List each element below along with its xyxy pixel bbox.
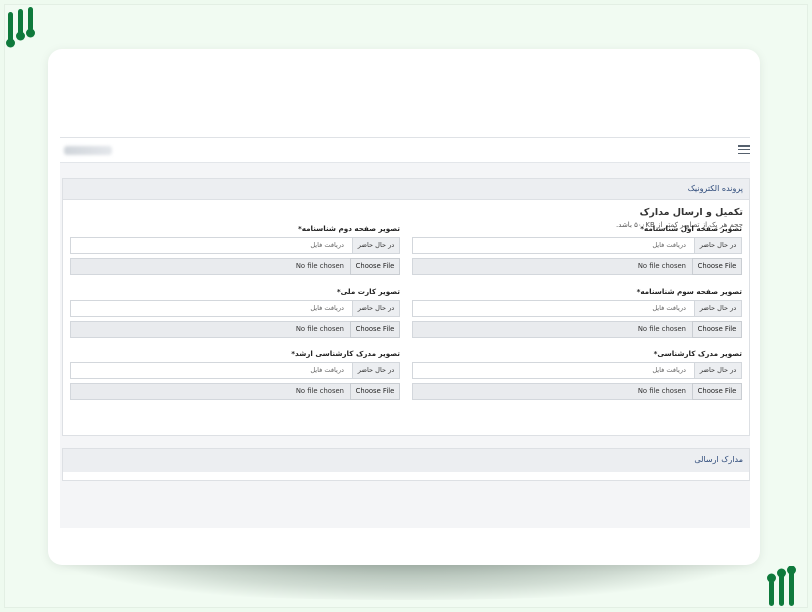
app-window: پرونده الکترونیک تکمیل و ارسال مدارک حجم…: [60, 137, 750, 528]
upload-field: تصویر مدرک کارشناسی* در حال حاضر دریافت …: [412, 348, 742, 400]
panel-header: پرونده الکترونیک: [63, 179, 749, 200]
status-badge: در حال حاضر: [352, 362, 400, 379]
file-input[interactable]: Choose File No file chosen: [412, 321, 742, 338]
status-row: در حال حاضر دریافت فایل: [412, 362, 742, 379]
download-file-link[interactable]: دریافت فایل: [70, 237, 352, 254]
top-bar: [60, 138, 750, 163]
upload-field: تصویر صفحه سوم شناسنامه* در حال حاضر دری…: [412, 286, 742, 338]
file-status: No file chosen: [70, 321, 350, 338]
status-row: در حال حاضر دریافت فایل: [70, 237, 400, 254]
file-input[interactable]: Choose File No file chosen: [70, 321, 400, 338]
file-input[interactable]: Choose File No file chosen: [70, 383, 400, 400]
field-label: تصویر صفحه دوم شناسنامه*: [297, 224, 400, 233]
sent-documents-title: مدارک ارسالی: [694, 455, 743, 464]
upload-field: تصویر کارت ملی* در حال حاضر دریافت فایل …: [70, 286, 400, 338]
brand-logo-icon: [6, 7, 35, 48]
download-file-link[interactable]: دریافت فایل: [412, 300, 694, 317]
choose-file-button[interactable]: Choose File: [350, 258, 400, 275]
file-input[interactable]: Choose File No file chosen: [70, 258, 400, 275]
choose-file-button[interactable]: Choose File: [350, 383, 400, 400]
choose-file-button[interactable]: Choose File: [692, 258, 742, 275]
choose-file-button[interactable]: Choose File: [692, 383, 742, 400]
status-badge: در حال حاضر: [352, 237, 400, 254]
upload-field: تصویر صفحه اول شناسنامه* در حال حاضر دری…: [412, 223, 742, 275]
download-file-link[interactable]: دریافت فایل: [70, 362, 352, 379]
file-status: No file chosen: [70, 383, 350, 400]
sent-documents-header[interactable]: مدارک ارسالی: [62, 448, 750, 474]
download-file-link[interactable]: دریافت فایل: [70, 300, 352, 317]
file-input[interactable]: Choose File No file chosen: [412, 258, 742, 275]
status-badge: در حال حاضر: [694, 237, 742, 254]
field-label: تصویر صفحه سوم شناسنامه*: [636, 287, 742, 296]
choose-file-button[interactable]: Choose File: [692, 321, 742, 338]
status-badge: در حال حاضر: [352, 300, 400, 317]
file-input[interactable]: Choose File No file chosen: [412, 383, 742, 400]
upload-field: تصویر صفحه دوم شناسنامه* در حال حاضر دری…: [70, 223, 400, 275]
field-label: تصویر مدرک کارشناسی ارشد*: [291, 349, 400, 358]
file-status: No file chosen: [412, 321, 692, 338]
download-file-link[interactable]: دریافت فایل: [412, 362, 694, 379]
screenshot-card: پرونده الکترونیک تکمیل و ارسال مدارک حجم…: [48, 49, 760, 565]
field-label: تصویر صفحه اول شناسنامه*: [640, 224, 742, 233]
status-row: در حال حاضر دریافت فایل: [70, 362, 400, 379]
upload-field: تصویر مدرک کارشناسی ارشد* در حال حاضر در…: [70, 348, 400, 400]
download-file-link[interactable]: دریافت فایل: [412, 237, 694, 254]
hamburger-menu-icon[interactable]: [738, 145, 750, 155]
status-badge: در حال حاضر: [694, 300, 742, 317]
site-logo: [64, 146, 112, 155]
brand-logo-icon: [767, 566, 796, 606]
section-title: تکمیل و ارسال مدارک: [639, 207, 743, 218]
field-label: تصویر مدرک کارشناسی*: [653, 349, 742, 358]
file-status: No file chosen: [412, 258, 692, 275]
sent-documents-body: [62, 472, 750, 481]
status-row: در حال حاضر دریافت فایل: [412, 237, 742, 254]
file-status: No file chosen: [70, 258, 350, 275]
field-label: تصویر کارت ملی*: [336, 287, 400, 296]
documents-panel: پرونده الکترونیک تکمیل و ارسال مدارک حجم…: [62, 178, 750, 436]
choose-file-button[interactable]: Choose File: [350, 321, 400, 338]
file-status: No file chosen: [412, 383, 692, 400]
status-row: در حال حاضر دریافت فایل: [412, 300, 742, 317]
status-row: در حال حاضر دریافت فایل: [70, 300, 400, 317]
status-badge: در حال حاضر: [694, 362, 742, 379]
